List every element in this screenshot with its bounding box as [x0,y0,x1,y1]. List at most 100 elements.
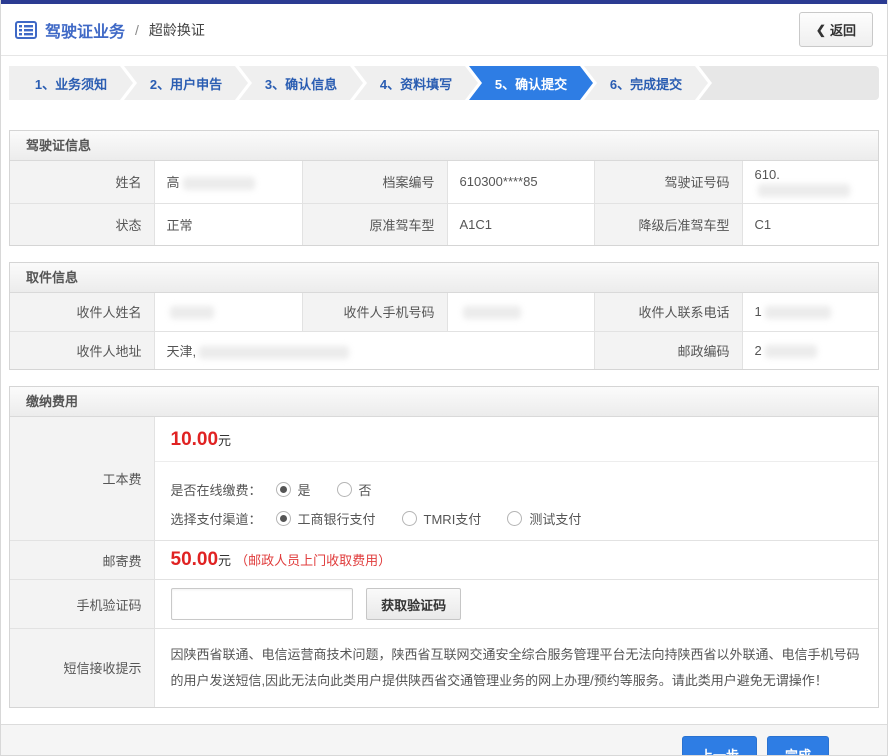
radio-online-no[interactable]: 否 [337,480,372,499]
radio-unchecked-icon [402,511,417,526]
page: 驾驶证业务 / 超龄换证 ❮ 返回 1、业务须知 2、用户申告 3、确认信息 4… [0,0,888,756]
card-fee-value: 10.00 [171,429,219,450]
field-value-license-no: 610. [742,161,878,203]
card-fee-unit: 元 [218,433,231,448]
step-tab-5-label: 5、确认提交 [495,74,567,93]
field-value-recipient-name [154,293,302,331]
radio-channel-test[interactable]: 测试支付 [507,509,581,528]
redaction-blur [758,184,850,197]
step-tab-4-label: 4、资料填写 [380,74,452,93]
breadcrumb: 驾驶证业务 / 超龄换证 [15,18,205,42]
radio-online-no-label: 否 [359,480,372,499]
field-label-recipient-address: 收件人地址 [10,331,154,369]
section-license-info: 驾驶证信息 姓名 高 档案编号 610300****85 驾驶证号码 610. … [9,130,879,246]
page-title: 驾驶证业务 [45,18,125,42]
field-value-recipient-address: 天津, [154,331,594,369]
section-license-title: 驾驶证信息 [10,131,878,161]
fees-table: 工本费 10.00元 是否在线缴费： 是 否 选择支付 [10,417,878,707]
post-fee-note: （邮政人员上门收取费用） [235,553,391,568]
online-pay-row: 是否在线缴费： 是 否 [171,480,863,499]
radio-unchecked-icon [337,482,352,497]
step-tab-5-active[interactable]: 5、确认提交 [469,66,593,100]
redaction-blur [199,346,349,359]
radio-checked-icon [276,511,291,526]
fee-label-post: 邮寄费 [10,541,154,580]
list-icon [15,21,37,39]
radio-online-yes[interactable]: 是 [276,480,311,499]
online-pay-question: 是否在线缴费： [171,480,262,499]
table-row: 收件人地址 天津, 邮政编码 2 [10,331,878,369]
fee-label-card: 工本费 [10,417,154,541]
sms-code-input[interactable] [171,588,353,620]
back-button-label: 返回 [830,20,856,39]
field-label-status: 状态 [10,203,154,245]
sms-notice-row: 短信接收提示 因陕西省联通、电信运营商技术问题，陕西省互联网交通安全综合服务管理… [10,629,878,707]
main-content: 驾驶证信息 姓名 高 档案编号 610300****85 驾驶证号码 610. … [1,130,887,708]
radio-channel-test-label: 测试支付 [529,509,581,528]
step-tab-3-label: 3、确认信息 [265,74,337,93]
card-fee-amount: 10.00元 [155,417,879,462]
redaction-blur [765,345,817,358]
redaction-blur [765,306,831,319]
radio-channel-icbc-label: 工商银行支付 [298,509,376,528]
license-table: 姓名 高 档案编号 610300****85 驾驶证号码 610. 状态 正常 … [10,161,878,245]
section-pickup-info: 取件信息 收件人姓名 收件人手机号码 收件人联系电话 1 收件人地址 天津, 邮… [9,262,879,370]
pay-channel-row: 选择支付渠道： 工商银行支付 TMRI支付 测试支付 [171,509,863,528]
step-tab-1[interactable]: 1、业务须知 [9,66,133,100]
field-label-name: 姓名 [10,161,154,203]
post-fee-value: 50.00 [171,549,219,570]
pickup-table: 收件人姓名 收件人手机号码 收件人联系电话 1 收件人地址 天津, 邮政编码 2 [10,293,878,369]
previous-step-button[interactable]: 上一步 [682,736,757,756]
field-value-file-no: 610300****85 [447,161,594,203]
field-label-file-no: 档案编号 [302,161,447,203]
field-value-postal-code: 2 [742,331,878,369]
step-tab-2[interactable]: 2、用户申告 [124,66,248,100]
fee-row-card: 工本费 10.00元 是否在线缴费： 是 否 选择支付 [10,417,878,541]
sms-notice-label: 短信接收提示 [10,629,154,707]
fee-row-post: 邮寄费 50.00元 （邮政人员上门收取费用） [10,541,878,580]
radio-channel-icbc[interactable]: 工商银行支付 [276,509,376,528]
step-tab-2-label: 2、用户申告 [150,74,222,93]
section-fees-title: 缴纳费用 [10,387,878,417]
redaction-blur [463,306,521,319]
section-pickup-title: 取件信息 [10,263,878,293]
post-fee-unit: 元 [218,553,231,568]
field-label-orig-class: 原准驾车型 [302,203,447,245]
back-button[interactable]: ❮ 返回 [799,12,873,47]
step-tab-6-label: 6、完成提交 [610,74,682,93]
field-label-recipient-name: 收件人姓名 [10,293,154,331]
sms-code-label: 手机验证码 [10,580,154,629]
field-label-postal-code: 邮政编码 [594,331,742,369]
breadcrumb-separator: / [133,22,141,38]
step-tab-3[interactable]: 3、确认信息 [239,66,363,100]
field-value-new-class: C1 [742,203,878,245]
step-tab-6[interactable]: 6、完成提交 [584,66,708,100]
footer-action-bar: 上一步 完成 [1,724,887,756]
field-label-new-class: 降级后准驾车型 [594,203,742,245]
table-row: 姓名 高 档案编号 610300****85 驾驶证号码 610. [10,161,878,203]
table-row: 状态 正常 原准驾车型 A1C1 降级后准驾车型 C1 [10,203,878,245]
radio-unchecked-icon [507,511,522,526]
get-code-button[interactable]: 获取验证码 [366,588,461,620]
radio-channel-tmri[interactable]: TMRI支付 [402,509,482,528]
pay-channel-question: 选择支付渠道： [171,509,262,528]
post-fee-amount: 50.00元 （邮政人员上门收取费用） [154,541,878,580]
step-tabs: 1、业务须知 2、用户申告 3、确认信息 4、资料填写 5、确认提交 6、完成提… [1,56,887,114]
finish-button[interactable]: 完成 [767,736,829,756]
field-label-license-no: 驾驶证号码 [594,161,742,203]
header: 驾驶证业务 / 超龄换证 ❮ 返回 [1,4,887,56]
field-value-recipient-mobile [447,293,594,331]
step-tab-4[interactable]: 4、资料填写 [354,66,478,100]
table-row: 收件人姓名 收件人手机号码 收件人联系电话 1 [10,293,878,331]
radio-checked-icon [276,482,291,497]
step-tabs-filler [699,66,879,100]
page-subtitle: 超龄换证 [149,20,205,40]
field-value-name: 高 [154,161,302,203]
radio-channel-tmri-label: TMRI支付 [424,509,482,528]
sms-code-row: 手机验证码 获取验证码 [10,580,878,629]
step-tab-1-label: 1、业务须知 [35,74,107,93]
radio-online-yes-label: 是 [298,480,311,499]
section-fees: 缴纳费用 工本费 10.00元 是否在线缴费： 是 否 [9,386,879,708]
field-value-status: 正常 [154,203,302,245]
field-value-recipient-phone: 1 [742,293,878,331]
